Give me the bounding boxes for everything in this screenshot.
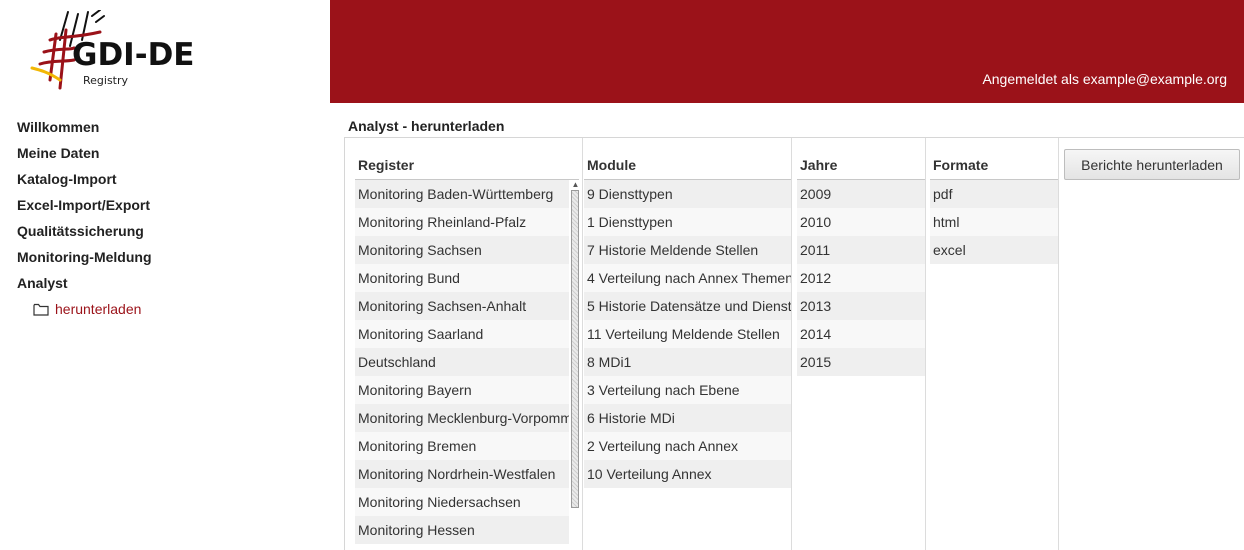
register-scrollbar[interactable]: ▲ — [569, 180, 582, 510]
module-list-item[interactable]: 6 Historie MDi — [584, 404, 791, 432]
column-divider — [1058, 138, 1059, 550]
jahre-list-item[interactable]: 2015 — [797, 348, 925, 376]
register-list-item[interactable]: Monitoring Hessen — [355, 516, 569, 544]
register-list[interactable]: Monitoring Baden-Württemberg Monitoring R… — [355, 180, 569, 544]
register-list-item[interactable]: Monitoring Rheinland-Pfalz — [355, 208, 569, 236]
nav-item-katalog-import[interactable]: Katalog-Import — [17, 169, 317, 195]
module-list-item[interactable]: 9 Diensttypen — [584, 180, 791, 208]
nav-item-qualitaetssicherung[interactable]: Qualitätssicherung — [17, 221, 317, 247]
logged-in-user: Angemeldet als example@example.org — [982, 71, 1227, 87]
register-list-item[interactable]: Monitoring Bund — [355, 264, 569, 292]
formate-list-item[interactable]: html — [930, 208, 1058, 236]
jahre-list-item[interactable]: 2013 — [797, 292, 925, 320]
module-list-item[interactable]: 11 Verteilung Meldende Stellen — [584, 320, 791, 348]
module-list-item[interactable]: 4 Verteilung nach Annex Themen — [584, 264, 791, 292]
register-header: Register — [355, 150, 579, 180]
nav-item-meine-daten[interactable]: Meine Daten — [17, 143, 317, 169]
logo-title: GDI-DE — [72, 37, 195, 73]
module-column: Module 9 Diensttypen 1 Diensttypen 7 Histo… — [584, 150, 791, 488]
scroll-up-icon[interactable]: ▲ — [569, 180, 582, 189]
formate-list[interactable]: pdf html excel — [930, 180, 1058, 264]
nav-subitem-label: herunterladen — [55, 301, 142, 317]
formate-column: Formate pdf html excel — [930, 150, 1058, 264]
register-list-item[interactable]: Monitoring Baden-Württemberg — [355, 180, 569, 208]
jahre-list-item[interactable]: 2014 — [797, 320, 925, 348]
download-panel: Register Monitoring Baden-Württemberg Mon… — [344, 137, 1244, 550]
scroll-thumb[interactable] — [571, 190, 579, 508]
register-list-item[interactable]: Monitoring Saarland — [355, 320, 569, 348]
jahre-list-item[interactable]: 2009 — [797, 180, 925, 208]
download-reports-button[interactable]: Berichte herunterladen — [1064, 149, 1240, 180]
sidebar-nav: Willkommen Meine Daten Katalog-Import Ex… — [17, 117, 317, 317]
column-divider — [791, 138, 792, 550]
module-list-item[interactable]: 3 Verteilung nach Ebene — [584, 376, 791, 404]
nav-subitem-herunterladen[interactable]: herunterladen — [33, 299, 141, 319]
jahre-header: Jahre — [797, 150, 925, 180]
register-list-item[interactable]: Monitoring Bayern — [355, 376, 569, 404]
nav-item-monitoring-meldung[interactable]: Monitoring-Meldung — [17, 247, 317, 273]
column-divider — [925, 138, 926, 550]
register-list-item[interactable]: Monitoring Mecklenburg-Vorpommern — [355, 404, 569, 432]
register-list-item[interactable]: Monitoring Nordrhein-Westfalen — [355, 460, 569, 488]
register-list-item[interactable]: Monitoring Sachsen — [355, 236, 569, 264]
nav-item-willkommen[interactable]: Willkommen — [17, 117, 317, 143]
page: GDI-DE Registry Angemeldet als example@e… — [0, 0, 1244, 550]
nav-item-analyst[interactable]: Analyst — [17, 273, 317, 299]
page-title: Analyst - herunterladen — [348, 118, 505, 134]
module-list-item[interactable]: 1 Diensttypen — [584, 208, 791, 236]
register-list-item[interactable]: Deutschland — [355, 348, 569, 376]
jahre-list-item[interactable]: 2012 — [797, 264, 925, 292]
register-list-item[interactable]: Monitoring Bremen — [355, 432, 569, 460]
module-list-item[interactable]: 7 Historie Meldende Stellen — [584, 236, 791, 264]
jahre-list-item[interactable]: 2011 — [797, 236, 925, 264]
header-bar: Angemeldet als example@example.org — [330, 0, 1244, 103]
nav-item-excel-import-export[interactable]: Excel-Import/Export — [17, 195, 317, 221]
module-list-item[interactable]: 8 MDi1 — [584, 348, 791, 376]
module-list-item[interactable]: 10 Verteilung Annex — [584, 460, 791, 488]
register-list-item[interactable]: Monitoring Niedersachsen — [355, 488, 569, 516]
column-divider — [582, 138, 583, 550]
jahre-column: Jahre 2009 2010 2011 2012 2013 2014 2015 — [797, 150, 925, 376]
gdi-de-logo[interactable]: GDI-DE Registry — [30, 10, 200, 95]
jahre-list-item[interactable]: 2010 — [797, 208, 925, 236]
jahre-list[interactable]: 2009 2010 2011 2012 2013 2014 2015 — [797, 180, 925, 376]
module-header: Module — [584, 150, 791, 180]
logo-subtitle: Registry — [83, 74, 129, 87]
register-column: Register Monitoring Baden-Württemberg Mon… — [355, 150, 579, 544]
formate-header: Formate — [930, 150, 1058, 180]
module-list-item[interactable]: 2 Verteilung nach Annex — [584, 432, 791, 460]
module-list[interactable]: 9 Diensttypen 1 Diensttypen 7 Historie Mel… — [584, 180, 791, 488]
module-list-item[interactable]: 5 Historie Datensätze und Dienste — [584, 292, 791, 320]
formate-list-item[interactable]: pdf — [930, 180, 1058, 208]
folder-icon — [33, 303, 49, 316]
register-list-item[interactable]: Monitoring Sachsen-Anhalt — [355, 292, 569, 320]
formate-list-item[interactable]: excel — [930, 236, 1058, 264]
